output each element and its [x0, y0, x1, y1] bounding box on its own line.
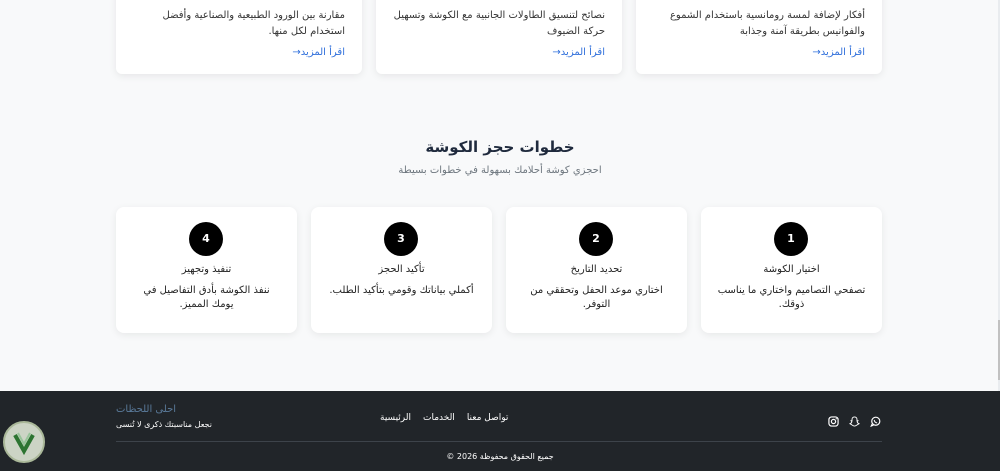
badge-logo-icon: [3, 421, 45, 463]
whatsapp-icon[interactable]: [870, 412, 881, 428]
blog-excerpt: مقارنة بين الورود الطبيعية والصناعية وأف…: [162, 10, 345, 37]
blog-excerpt: نصائح لتنسيق الطاولات الجانبية مع الكوشة…: [393, 10, 605, 37]
step-number: 3: [384, 222, 418, 256]
blog-card: أفكار لإضافة لمسة رومانسية باستخدام الشم…: [636, 0, 882, 74]
copyright: جميع الحقوق محفوظة 2026 ©: [446, 452, 554, 461]
footer-brand[interactable]: احلى اللحظات: [116, 404, 176, 415]
step-title: تنفيذ وتجهيز: [181, 264, 232, 275]
instagram-icon[interactable]: [828, 412, 839, 427]
snapchat-icon[interactable]: [848, 412, 861, 427]
footer-nav: الرئيسية الخدمات تواصل معنا: [380, 413, 508, 427]
step-title: تحديد التاريخ: [570, 264, 623, 275]
social-links: [828, 412, 881, 428]
blog-section: أفكار لإضافة لمسة رومانسية باستخدام الشم…: [0, 0, 1000, 80]
read-more-link[interactable]: اقرأ المزيد→: [552, 47, 605, 58]
arrow-icon: →: [292, 47, 301, 58]
footer: احلى اللحظات نجعل مناسبتك ذكرى لا تُنسى …: [0, 391, 1000, 471]
step-number: 1: [774, 222, 808, 256]
footer-tagline: نجعل مناسبتك ذكرى لا تُنسى: [116, 420, 212, 429]
step-card: 3 تأكيد الحجز أكملي بياناتك وقومي بتأكيد…: [311, 207, 492, 333]
blog-card: مقارنة بين الورود الطبيعية والصناعية وأف…: [116, 0, 362, 74]
step-card: 4 تنفيذ وتجهيز ننفذ الكوشة بأدق التفاصيل…: [116, 207, 297, 333]
arrow-icon: →: [812, 47, 821, 58]
step-description: أكملي بياناتك وقومي بتأكيد الطلب.: [329, 285, 474, 296]
blog-card: نصائح لتنسيق الطاولات الجانبية مع الكوشة…: [376, 0, 622, 74]
step-number: 2: [579, 222, 613, 256]
footer-link-services[interactable]: الخدمات: [423, 413, 455, 427]
footer-divider: [116, 441, 882, 442]
steps-title: خطوات حجز الكوشة: [425, 138, 575, 156]
step-card: 1 اختيار الكوشة تصفحي التصاميم واختاري م…: [701, 207, 882, 333]
step-title: تأكيد الحجز: [378, 264, 425, 275]
read-more-link[interactable]: اقرأ المزيد→: [812, 47, 865, 58]
arrow-icon: →: [552, 47, 561, 58]
footer-link-contact[interactable]: تواصل معنا: [467, 413, 509, 427]
step-title: اختيار الكوشة: [763, 264, 820, 275]
steps-subtitle: احجزي كوشة أحلامك بسهولة في خطوات بسيطة: [398, 165, 602, 176]
step-description: ننفذ الكوشة بأدق التفاصيل في يومك المميز…: [143, 285, 270, 310]
step-description: اختاري موعد الحفل وتحققي من التوفر.: [530, 285, 663, 310]
footer-link-home[interactable]: الرئيسية: [380, 413, 411, 427]
step-number: 4: [189, 222, 223, 256]
read-more-link[interactable]: اقرأ المزيد→: [292, 47, 345, 58]
step-card: 2 تحديد التاريخ اختاري موعد الحفل وتحققي…: [506, 207, 687, 333]
step-description: تصفحي التصاميم واختاري ما يناسب ذوقك.: [717, 285, 866, 310]
blog-excerpt: أفكار لإضافة لمسة رومانسية باستخدام الشم…: [669, 10, 865, 37]
